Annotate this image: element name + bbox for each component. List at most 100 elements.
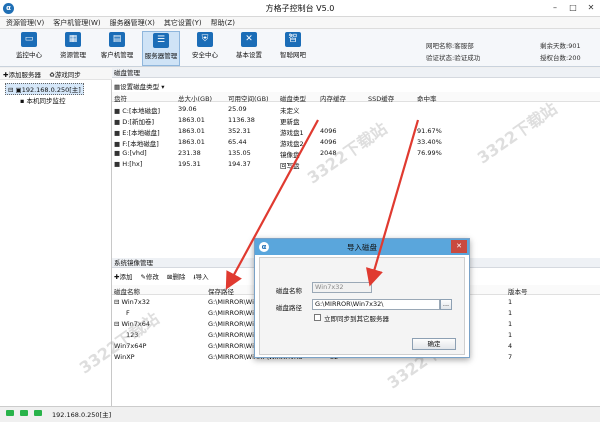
- toolbar-security[interactable]: ⛨ 安全中心: [186, 31, 224, 66]
- menu-resource[interactable]: 资源管理(V): [6, 18, 44, 28]
- table-cell: ■ D:[新加卷]: [114, 118, 155, 126]
- tree-expand-icon[interactable]: ⊟: [114, 298, 119, 306]
- table-cell: 1863.01: [178, 127, 205, 135]
- disk-col-header[interactable]: 盘符: [114, 93, 127, 103]
- mirror-version: 1: [508, 320, 513, 328]
- table-cell: 135.05: [228, 149, 251, 157]
- disk-col-header[interactable]: 可用空间(GB): [228, 93, 269, 103]
- mirror-path: G:\MIRROR\Wi: [208, 342, 254, 350]
- mirror-name: F: [126, 309, 130, 317]
- maximize-icon[interactable]: □: [566, 2, 580, 14]
- dialog-title-bar: α 导入磁盘 ✕: [255, 239, 469, 255]
- delete-mirror-button[interactable]: ⊠删除: [167, 271, 185, 284]
- import-mirror-button[interactable]: ⭳导入: [193, 271, 208, 284]
- disk-path-field[interactable]: G:\MIRROR\Win7x32\: [312, 299, 440, 310]
- licensed-seats: 授权台数:200: [540, 54, 581, 62]
- add-server-button[interactable]: ✚添加服务器: [3, 69, 41, 79]
- menu-help[interactable]: 帮助(Z): [211, 18, 235, 28]
- disk-col-header[interactable]: 磁盘类型: [280, 93, 306, 103]
- toolbar-resource[interactable]: ▦ 资源管理: [54, 31, 92, 66]
- table-cell: 回写盘: [280, 162, 300, 170]
- server-icon: ☰: [153, 33, 169, 48]
- disk-col-header[interactable]: 内存缓存: [320, 93, 346, 103]
- ok-button[interactable]: 确定: [412, 338, 456, 350]
- table-cell: 1863.01: [178, 138, 205, 146]
- menu-client[interactable]: 客户机管理(W): [53, 18, 100, 28]
- mirror-path: G:\MIRROR\Wi: [208, 331, 254, 339]
- add-mirror-button[interactable]: ✚添加: [114, 271, 132, 284]
- status-led-icon: [6, 410, 14, 416]
- table-cell: 39.06: [178, 105, 197, 113]
- table-cell: 1136.38: [228, 116, 255, 124]
- mirror-path: G:\MIRROR\Wi: [208, 298, 254, 306]
- status-led-icon: [34, 410, 42, 416]
- monitor-icon: ▭: [21, 32, 37, 47]
- disk-icon: ■: [114, 140, 121, 148]
- menu-other[interactable]: 其它设置(Y): [164, 18, 202, 28]
- mirror-col-header[interactable]: 保存路径: [208, 286, 234, 296]
- resource-icon: ▦: [65, 32, 81, 47]
- dialog-close-icon[interactable]: ✕: [451, 240, 467, 253]
- table-cell: ■ G:[vhd]: [114, 149, 147, 157]
- toolbar-zhicong[interactable]: 智智聪网吧: [274, 31, 312, 66]
- monitor-icon: ▪: [20, 97, 25, 105]
- table-cell: 352.31: [228, 127, 251, 135]
- table-cell: 91.67%: [417, 127, 442, 135]
- table-cell: 76.99%: [417, 149, 442, 157]
- mirror-version: 1: [508, 309, 513, 317]
- disk-icon: ■: [114, 149, 121, 157]
- disk-section-title: 磁盘管理: [112, 68, 600, 78]
- toolbar-server[interactable]: ☰ 服务器管理: [142, 31, 180, 66]
- table-cell: ■ E:[本地磁盘]: [114, 129, 160, 137]
- netbar-name: 网吧名称:客服部: [426, 42, 474, 50]
- disk-col-header[interactable]: 命中率: [417, 93, 437, 103]
- mirror-col-header[interactable]: 版本号: [508, 286, 528, 296]
- window-title: 方格子控制台 V5.0: [265, 4, 335, 13]
- auth-status: 验证状态:验证成功: [426, 54, 481, 62]
- table-cell: 未定义: [280, 107, 300, 115]
- disk-icon: ■: [114, 129, 121, 137]
- table-cell: 更新盘: [280, 118, 300, 126]
- menu-server[interactable]: 服务器管理(X): [110, 18, 155, 28]
- remaining-days: 剩余天数:901: [540, 42, 581, 50]
- table-cell: 194.37: [228, 160, 251, 168]
- toolbar-client[interactable]: ▤ 客户机管理: [98, 31, 136, 66]
- disk-name-field[interactable]: Win7x32: [312, 282, 372, 293]
- close-icon[interactable]: ✕: [584, 2, 598, 14]
- edit-mirror-button[interactable]: ✎修改: [140, 271, 158, 284]
- set-disk-type-button[interactable]: ▦设置磁盘类型 ▾: [114, 81, 165, 91]
- disk-icon: ■: [114, 107, 121, 115]
- disk-col-header[interactable]: 总大小(GB): [178, 93, 212, 103]
- disk-col-header[interactable]: SSD缓存: [368, 93, 394, 103]
- mirror-name: ⊟ Win7x32: [114, 298, 150, 306]
- table-cell: ■ F:[本地磁盘]: [114, 140, 159, 148]
- minimize-icon[interactable]: –: [548, 2, 562, 14]
- toolbar-settings[interactable]: ✕ 基本设置: [230, 31, 268, 66]
- tree-server-node[interactable]: ⊟ ▣192.168.0.250[主]: [5, 83, 84, 95]
- table-cell: 1863.01: [178, 116, 205, 124]
- mirror-version: 7: [508, 353, 513, 361]
- mirror-version: 1: [508, 331, 513, 339]
- tools-icon: ✕: [241, 32, 257, 47]
- toolbar-monitor-center[interactable]: ▭ 监控中心: [10, 31, 48, 66]
- mirror-version: 4: [508, 342, 513, 350]
- sync-label: 立即同步到其它服务器: [324, 315, 389, 323]
- client-icon: ▤: [109, 32, 125, 47]
- table-cell: 游戏盘1: [280, 129, 304, 137]
- table-cell: 镜像盘: [280, 151, 300, 159]
- game-sync-button[interactable]: ♻游戏同步: [49, 69, 81, 79]
- mirror-col-header[interactable]: 磁盘名称: [114, 286, 140, 296]
- table-cell: 33.40%: [417, 138, 442, 146]
- tree-collapse-icon[interactable]: ⊟: [8, 86, 13, 94]
- mirror-version: 1: [508, 298, 513, 306]
- disk-icon: ■: [114, 160, 121, 168]
- sync-checkbox[interactable]: [314, 314, 321, 321]
- browse-button[interactable]: ...: [440, 299, 452, 310]
- table-cell: ■ C:[本地磁盘]: [114, 107, 161, 115]
- menu-bar: 资源管理(V) 客户机管理(W) 服务器管理(X) 其它设置(Y) 帮助(Z): [0, 17, 600, 29]
- tree-sync-monitor[interactable]: ▪ 本机同步监控: [20, 95, 65, 105]
- table-cell: 4096: [320, 127, 337, 135]
- mirror-path: G:\MIRROR\Wi: [208, 309, 254, 317]
- table-cell: 195.31: [178, 160, 201, 168]
- left-toolbar: ✚添加服务器 ♻游戏同步: [0, 68, 112, 80]
